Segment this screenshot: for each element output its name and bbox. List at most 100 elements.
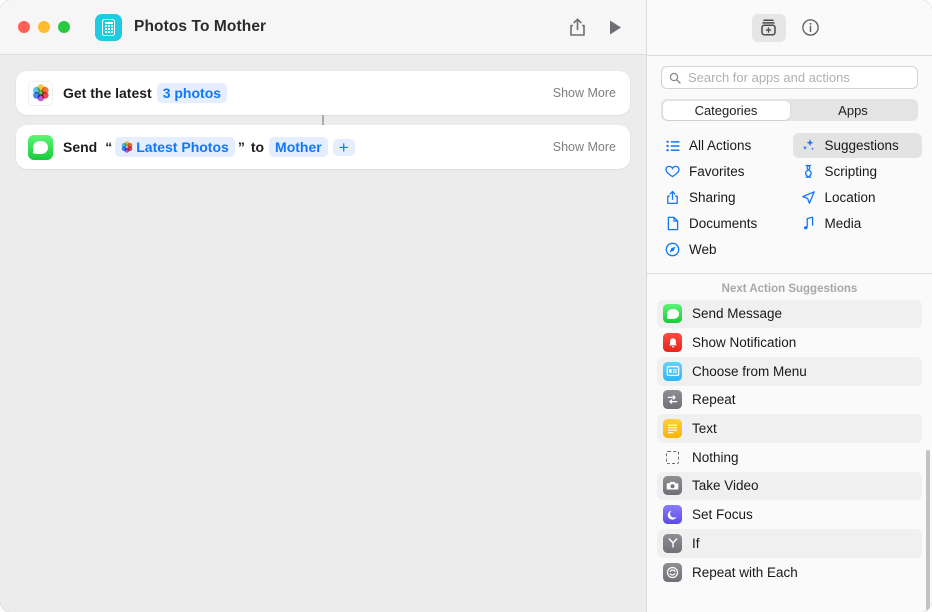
info-circle-icon	[802, 19, 819, 36]
script-icon	[801, 164, 816, 179]
titlebar: Photos To Mother	[0, 0, 646, 55]
suggestion-label: Choose from Menu	[692, 363, 807, 379]
show-more-button[interactable]: Show More	[553, 86, 616, 100]
photos-app-icon	[28, 80, 53, 106]
nothing-icon	[663, 448, 682, 467]
list-item[interactable]: Show Notification	[657, 328, 922, 357]
action-token-recipient[interactable]: Mother	[269, 137, 328, 157]
action-card-send-message[interactable]: Send “ Latest Photos ” to Mother + Show …	[16, 125, 630, 169]
category-label: Suggestions	[824, 138, 899, 153]
suggestion-label: Text	[692, 421, 717, 437]
close-button[interactable]	[18, 21, 30, 33]
category-item-location[interactable]: Location	[793, 185, 923, 210]
if-branch-icon	[663, 533, 682, 553]
tab-apps[interactable]: Apps	[790, 101, 917, 120]
category-label: Sharing	[689, 190, 736, 205]
action-card-get-latest-photos[interactable]: Get the latest 3 photos Show More	[16, 71, 630, 115]
action-text: Send “ Latest Photos ” to Mother +	[63, 137, 355, 157]
heart-icon	[665, 165, 680, 178]
category-item-all-actions[interactable]: All Actions	[657, 133, 787, 158]
music-note-icon	[801, 216, 816, 231]
sparkles-icon	[801, 138, 816, 153]
details-info-button[interactable]	[794, 14, 828, 42]
category-item-sharing[interactable]: Sharing	[657, 185, 787, 210]
minimize-button[interactable]	[38, 21, 50, 33]
list-item[interactable]: Text	[657, 414, 922, 443]
token-label: Latest Photos	[136, 139, 229, 155]
library-search-container: Search for apps and actions	[647, 56, 932, 89]
category-item-media[interactable]: Media	[793, 211, 923, 236]
repeat-icon	[663, 390, 682, 410]
document-icon	[665, 216, 680, 231]
library-segmented-control[interactable]: Categories Apps	[661, 99, 918, 121]
list-item[interactable]: If	[657, 529, 922, 558]
suggestion-label: Show Notification	[692, 335, 797, 351]
action-library-pane: Search for apps and actions Categories A…	[646, 0, 932, 612]
category-label: Scripting	[824, 164, 878, 179]
action-connector-line	[322, 115, 324, 125]
action-library-button[interactable]	[751, 13, 786, 42]
share-button[interactable]	[560, 12, 594, 42]
list-item[interactable]: Repeat with Each	[657, 558, 922, 587]
shortcut-glyph	[102, 18, 115, 36]
list-item[interactable]: Set Focus	[657, 500, 922, 529]
workflow-canvas[interactable]: Get the latest 3 photos Show More Send “	[0, 55, 646, 612]
zoom-button[interactable]	[58, 21, 70, 33]
speech-bubble-glyph	[33, 140, 48, 154]
suggestions-header: Next Action Suggestions	[721, 282, 858, 295]
category-label: Location	[824, 190, 876, 205]
list-item[interactable]: Take Video	[657, 471, 922, 501]
messages-app-icon	[28, 134, 53, 160]
add-recipient-button[interactable]: +	[332, 138, 355, 156]
library-toolbar	[647, 0, 932, 56]
list-item[interactable]: Choose from Menu	[657, 356, 922, 386]
action-text: Get the latest 3 photos	[63, 83, 228, 103]
show-more-button[interactable]: Show More	[553, 140, 616, 154]
action-text-segment: Get the latest	[63, 85, 152, 101]
safari-icon	[665, 242, 680, 257]
search-input[interactable]: Search for apps and actions	[661, 66, 918, 89]
add-action-library-icon	[761, 19, 776, 36]
action-text-segment: to	[250, 139, 265, 155]
list-item[interactable]: Nothing	[657, 443, 922, 472]
suggestion-label: Repeat with Each	[692, 564, 798, 580]
category-item-suggestions[interactable]: Suggestions	[792, 133, 922, 158]
category-item-documents[interactable]: Documents	[657, 211, 787, 236]
focus-moon-icon	[663, 505, 682, 525]
list-item[interactable]: Send Message	[657, 299, 922, 329]
list-icon	[665, 140, 680, 152]
suggestion-label: Nothing	[692, 449, 739, 465]
category-item-web[interactable]: Web	[657, 237, 787, 262]
suggestions-scrollbar[interactable]	[926, 449, 930, 612]
suggestion-label: Set Focus	[692, 507, 753, 523]
photos-pinwheel-glyph	[32, 84, 49, 102]
search-placeholder: Search for apps and actions	[688, 70, 850, 85]
category-item-scripting[interactable]: Scripting	[793, 159, 923, 184]
menu-icon	[663, 361, 682, 381]
category-item-favorites[interactable]: Favorites	[657, 159, 787, 184]
action-token-photo-count[interactable]: 3 photos	[156, 83, 228, 103]
camera-icon	[663, 476, 682, 496]
suggestion-label: Take Video	[692, 478, 759, 494]
share-icon	[569, 18, 585, 36]
list-item[interactable]: Repeat	[657, 386, 922, 415]
close-quote: ”	[237, 139, 245, 155]
action-token-latest-photos[interactable]: Latest Photos	[115, 137, 235, 157]
open-quote: “	[105, 139, 113, 155]
action-text-segment: Send	[63, 139, 98, 155]
suggestions-list[interactable]: Send Message Show Notification Choose fr…	[647, 299, 932, 612]
suggestion-label: Repeat	[692, 392, 736, 408]
shortcuts-app-icon	[95, 13, 122, 41]
category-label: Documents	[689, 216, 758, 231]
run-button[interactable]	[598, 12, 632, 42]
search-icon	[669, 72, 681, 84]
shortcut-editor-pane: Photos To Mother Get the latest 3 photos…	[0, 0, 646, 612]
play-icon	[609, 20, 621, 34]
messages-icon	[663, 304, 682, 324]
suggestion-label: Send Message	[692, 306, 783, 322]
notification-icon	[663, 333, 682, 353]
location-icon	[801, 190, 816, 205]
photos-pinwheel-glyph	[121, 141, 133, 153]
category-grid: All Actions Suggestions Favorites Script…	[657, 133, 922, 262]
tab-categories[interactable]: Categories	[662, 100, 790, 120]
